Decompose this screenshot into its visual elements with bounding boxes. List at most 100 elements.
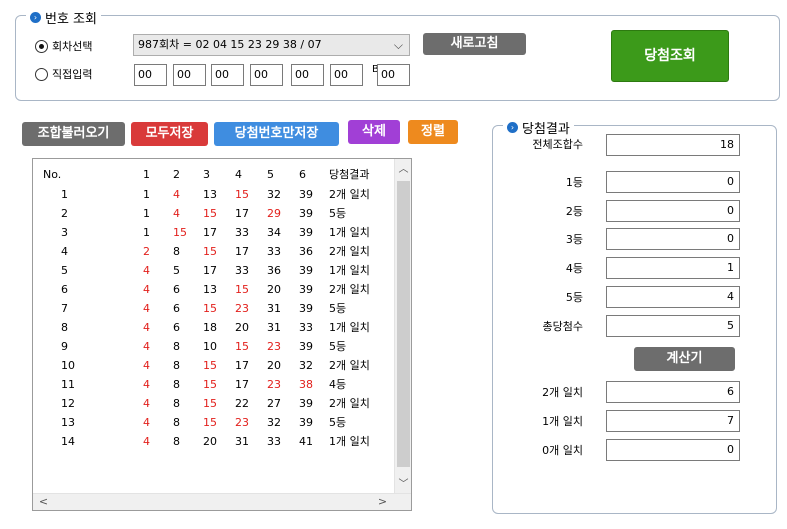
row-number: 9 [61, 340, 68, 353]
number-cell: 20 [235, 321, 249, 334]
rank-value: 4 [606, 286, 740, 308]
matched-number-cell: 4 [143, 397, 150, 410]
number-cell: 5 [173, 264, 180, 277]
col-header-no[interactable]: No. [43, 166, 61, 183]
table-row[interactable]: 7 4 6 15 23 31 39 5등 [33, 300, 411, 317]
round-select[interactable]: 987회차 = 02 04 15 23 29 38 / 07 ⌵ [133, 34, 410, 56]
matched-number-cell: 4 [143, 435, 150, 448]
result-cell: 2개 일치 [329, 359, 370, 372]
calculator-button[interactable]: 계산기 [634, 347, 735, 371]
number-cell: 6 [173, 302, 180, 315]
scroll-down-icon[interactable]: ﹀ [395, 476, 411, 493]
round-select-value: 987회차 = 02 04 15 23 29 38 / 07 [138, 38, 322, 51]
rank-label: 3등 [565, 233, 583, 246]
table-row[interactable]: 13 4 8 15 23 32 39 5등 [33, 414, 411, 431]
total-combos-label: 전체조합수 [532, 138, 583, 151]
radio-round-select[interactable]: 회차선택 [35, 38, 92, 54]
matched-number-cell: 38 [299, 378, 313, 391]
number-cell: 8 [173, 245, 180, 258]
results-group-title: › 당첨결과 [503, 118, 574, 137]
info-circle-icon: › [30, 12, 41, 23]
manual-number-4[interactable]: 00 [250, 64, 283, 86]
number-cell: 41 [299, 435, 313, 448]
number-cell: 17 [203, 226, 217, 239]
col-header-result[interactable]: 당첨결과 [329, 166, 369, 183]
save-all-button[interactable]: 모두저장 [131, 122, 208, 146]
matched-number-cell: 15 [203, 302, 217, 315]
manual-number-6[interactable]: 00 [330, 64, 363, 86]
manual-number-3[interactable]: 00 [211, 64, 244, 86]
number-cell: 6 [173, 283, 180, 296]
radio-manual-input[interactable]: 직접입력 [35, 66, 92, 82]
number-cell: 17 [235, 378, 249, 391]
matched-number-cell: 4 [143, 264, 150, 277]
lookup-group-title: › 번호 조회 [26, 8, 101, 27]
matched-number-cell: 4 [173, 207, 180, 220]
result-cell: 5등 [329, 416, 347, 429]
vertical-scroll-thumb[interactable] [397, 181, 410, 467]
combination-grid[interactable]: No. 1 2 3 4 5 6 당첨결과 1 1 4 13 15 32 39 2개 일치 2 1 4… [32, 158, 412, 511]
manual-number-1[interactable]: 00 [134, 64, 167, 86]
table-row[interactable]: 8 4 6 18 20 31 33 1개 일치 [33, 319, 411, 336]
table-row[interactable]: 10 4 8 15 17 20 32 2개 일치 [33, 357, 411, 374]
table-row[interactable]: 1 1 4 13 15 32 39 2개 일치 [33, 186, 411, 203]
scroll-right-icon[interactable]: > [374, 494, 391, 510]
row-number: 2 [61, 207, 68, 220]
number-cell: 39 [299, 264, 313, 277]
bonus-number[interactable]: 00 [377, 64, 410, 86]
check-winning-button[interactable]: 당첨조회 [611, 30, 729, 82]
table-row[interactable]: 4 2 8 15 17 33 36 2개 일치 [33, 243, 411, 260]
col-header-5[interactable]: 5 [267, 166, 274, 183]
scroll-left-icon[interactable]: < [35, 494, 52, 510]
table-row[interactable]: 11 4 8 15 17 23 38 4등 [33, 376, 411, 393]
table-row[interactable]: 6 4 6 13 15 20 39 2개 일치 [33, 281, 411, 298]
scroll-up-icon[interactable]: ︿ [395, 161, 411, 178]
row-number: 12 [61, 397, 75, 410]
number-cell: 39 [299, 302, 313, 315]
table-row[interactable]: 5 4 5 17 33 36 39 1개 일치 [33, 262, 411, 279]
vertical-scrollbar[interactable]: ︿ ﹀ [394, 159, 411, 493]
horizontal-scrollbar[interactable]: < > [33, 493, 411, 510]
table-row[interactable]: 14 4 8 20 31 33 41 1개 일치 [33, 433, 411, 450]
number-cell: 32 [299, 359, 313, 372]
matched-number-cell: 15 [235, 188, 249, 201]
row-number: 10 [61, 359, 75, 372]
result-cell: 1개 일치 [329, 264, 370, 277]
number-cell: 1 [143, 226, 150, 239]
matched-number-cell: 15 [203, 397, 217, 410]
col-header-1[interactable]: 1 [143, 166, 150, 183]
manual-number-5[interactable]: 00 [291, 64, 324, 86]
number-cell: 33 [267, 435, 281, 448]
row-number: 6 [61, 283, 68, 296]
number-cell: 10 [203, 340, 217, 353]
rank-label: 2등 [565, 205, 583, 218]
manual-number-2[interactable]: 00 [173, 64, 206, 86]
table-row[interactable]: 3 1 15 17 33 34 39 1개 일치 [33, 224, 411, 241]
refresh-button[interactable]: 새로고침 [423, 33, 526, 55]
rank-label: 5등 [565, 291, 583, 304]
delete-button[interactable]: 삭제 [348, 120, 400, 144]
row-number: 5 [61, 264, 68, 277]
col-header-2[interactable]: 2 [173, 166, 180, 183]
total-combos-value: 18 [606, 134, 740, 156]
load-combos-button[interactable]: 조합불러오기 [22, 122, 125, 146]
row-number: 3 [61, 226, 68, 239]
result-cell: 1개 일치 [329, 435, 370, 448]
table-row[interactable]: 2 1 4 15 17 29 39 5등 [33, 205, 411, 222]
row-number: 8 [61, 321, 68, 334]
table-row[interactable]: 12 4 8 15 22 27 39 2개 일치 [33, 395, 411, 412]
table-row[interactable]: 9 4 8 10 15 23 39 5등 [33, 338, 411, 355]
col-header-4[interactable]: 4 [235, 166, 242, 183]
matched-number-cell: 4 [173, 188, 180, 201]
row-number: 13 [61, 416, 75, 429]
rank-value: 5 [606, 315, 740, 337]
col-header-6[interactable]: 6 [299, 166, 306, 183]
col-header-3[interactable]: 3 [203, 166, 210, 183]
result-cell: 2개 일치 [329, 188, 370, 201]
sort-button[interactable]: 정렬 [408, 120, 458, 144]
number-cell: 36 [299, 245, 313, 258]
number-cell: 13 [203, 283, 217, 296]
matched-number-cell: 4 [143, 359, 150, 372]
matched-number-cell: 15 [235, 283, 249, 296]
save-winning-only-button[interactable]: 당첨번호만저장 [214, 122, 339, 146]
